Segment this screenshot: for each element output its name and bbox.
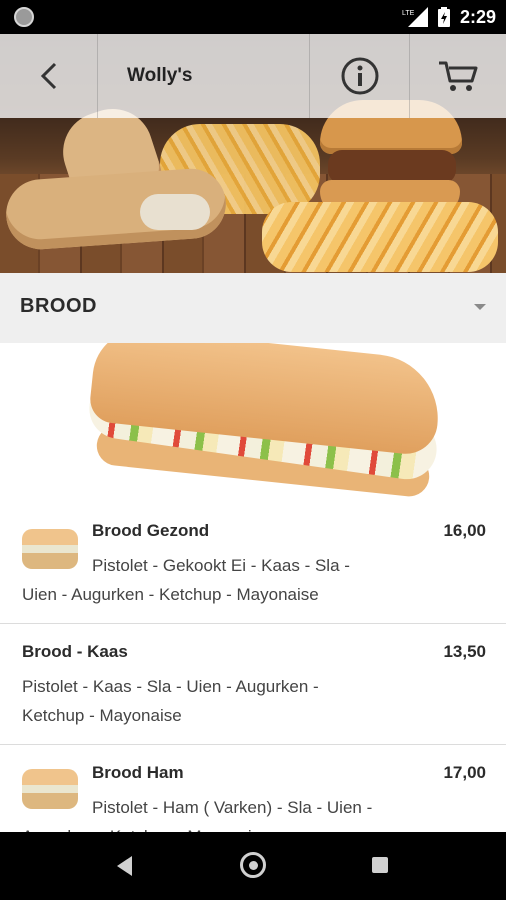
svg-text:LTE: LTE xyxy=(402,10,415,17)
info-icon xyxy=(341,57,378,95)
item-price: 16,00 xyxy=(443,521,486,540)
app-toolbar: Wolly's xyxy=(0,34,506,118)
item-description-line1: Pistolet - Gekookt Ei - Kaas - Sla - xyxy=(92,556,350,575)
back-arrow-icon xyxy=(40,62,56,90)
battery-icon xyxy=(437,7,450,27)
item-description-line1: Pistolet - Kaas - Sla - Uien - Augurken … xyxy=(22,677,319,696)
system-navigation-bar xyxy=(0,832,506,900)
menu-item[interactable]: Brood - Kaas 13,50 Pistolet - Kaas - Sla… xyxy=(0,624,506,744)
nav-back-icon[interactable] xyxy=(117,856,132,876)
cart-button[interactable] xyxy=(409,34,506,118)
item-thumbnail xyxy=(22,769,78,809)
item-price: 17,00 xyxy=(443,763,486,782)
menu-item[interactable]: Brood Gezond 16,00 Pistolet - Gekookt Ei… xyxy=(0,503,506,623)
category-banner-image xyxy=(0,343,506,503)
item-description-line1: Pistolet - Ham ( Varken) - Sla - Uien - xyxy=(92,798,373,817)
category-header-brood[interactable]: BROOD xyxy=(0,273,506,343)
item-name: Brood - Kaas xyxy=(22,642,128,661)
item-description-line2: Ketchup - Mayonaise xyxy=(22,706,182,725)
menu-item[interactable]: Brood Ham 17,00 Pistolet - Ham ( Varken)… xyxy=(0,745,506,832)
nav-home-icon[interactable] xyxy=(240,852,266,878)
lte-signal-icon: LTE xyxy=(402,7,428,27)
toolbar-title-cell: Wolly's xyxy=(97,34,310,118)
item-thumbnail xyxy=(22,529,78,569)
item-description-line2: Augurken - Ketchup - Mayonaise xyxy=(22,822,422,832)
item-description-line2: Uien - Augurken - Ketchup - Mayonaise xyxy=(22,585,319,604)
cart-icon xyxy=(438,61,477,91)
restaurant-title: Wolly's xyxy=(127,65,193,86)
item-name: Brood Gezond xyxy=(92,521,210,540)
category-title: BROOD xyxy=(20,295,97,317)
status-indicators: LTE 2:29 xyxy=(402,0,496,34)
status-bar: LTE 2:29 xyxy=(0,0,506,34)
nav-recents-icon[interactable] xyxy=(372,857,388,873)
info-button[interactable] xyxy=(310,34,410,118)
back-button[interactable] xyxy=(0,34,98,118)
notification-icon xyxy=(14,7,34,27)
dropdown-caret-icon xyxy=(474,304,486,310)
item-name: Brood Ham xyxy=(92,763,184,782)
item-price: 13,50 xyxy=(443,642,486,661)
clock: 2:29 xyxy=(459,6,496,27)
